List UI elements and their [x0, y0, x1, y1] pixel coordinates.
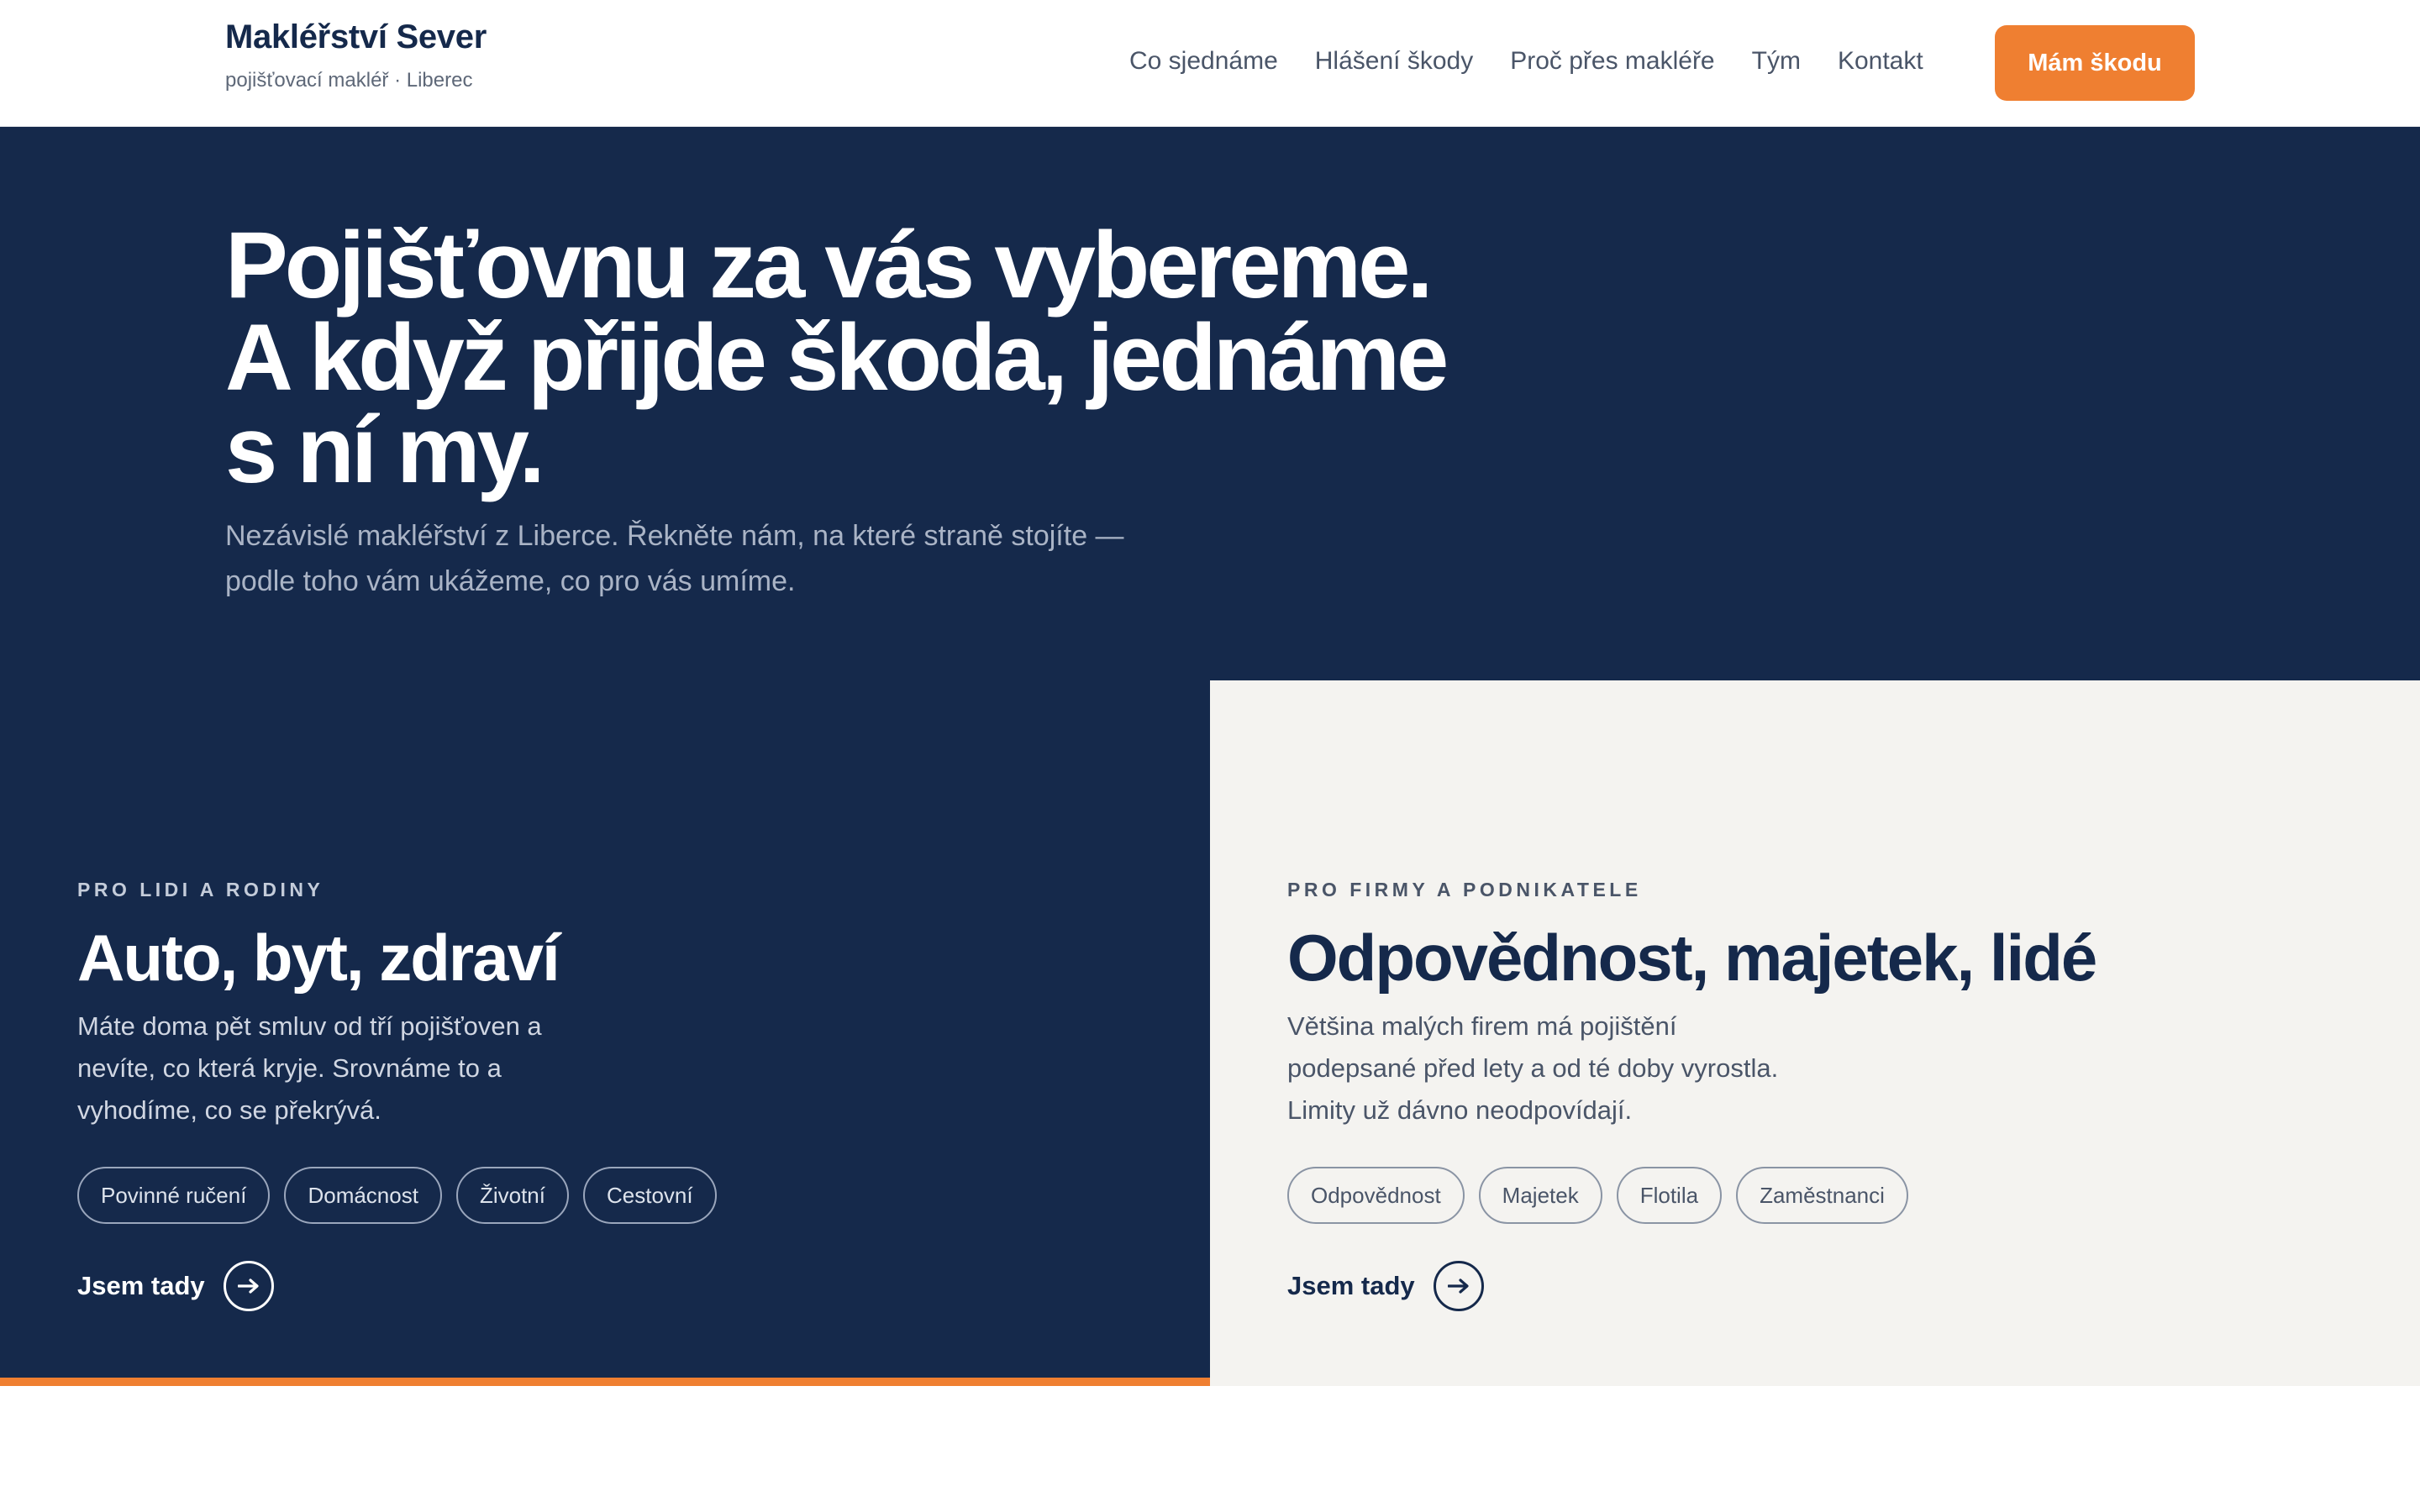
card-title: Odpovědnost, majetek, lidé [1287, 921, 2097, 995]
arrow-right-icon [223, 1261, 274, 1311]
tag-zivotni[interactable]: Životní [455, 1167, 569, 1224]
tag-majetek[interactable]: Majetek [1478, 1167, 1602, 1224]
card-businesses: PRO FIRMY A PODNIKATELE Odpovědnost, maj… [1287, 879, 2097, 1311]
card-eyebrow: PRO LIDI A RODINY [77, 879, 324, 900]
tag-list: Povinné ručení Domácnost Životní Cestovn… [77, 1167, 717, 1224]
hero-title-line: Pojišťovnu za vás vybereme. [225, 213, 1433, 318]
card-individuals: PRO LIDI A RODINY Auto, byt, zdraví Máte… [77, 879, 717, 1311]
brand-name[interactable]: Makléřství Sever [225, 18, 487, 56]
site-header: Makléřství Sever pojišťovací makléř · Li… [0, 0, 2420, 127]
arrow-right-icon [1433, 1261, 1484, 1311]
card-description: Máte doma pět smluv od tří pojišťoven a … [77, 1011, 542, 1125]
tag-povinne-ruceni[interactable]: Povinné ručení [77, 1167, 271, 1224]
link-label: Jsem tady [1287, 1271, 1415, 1300]
tag-domacnost[interactable]: Domácnost [284, 1167, 442, 1224]
individuals-link[interactable]: Jsem tady [77, 1261, 717, 1311]
page-bottom [0, 1386, 2420, 1512]
tag-odpovednost[interactable]: Odpovědnost [1287, 1167, 1465, 1224]
card-description: Většina malých firem má pojištění podeps… [1287, 1011, 1779, 1125]
nav-item-hlaseni-skody[interactable]: Hlášení škody [1315, 47, 1473, 76]
hero-subtitle: Nezávislé makléřství z Liberce. Řekněte … [225, 520, 1124, 597]
tag-cestovni[interactable]: Cestovní [582, 1167, 717, 1224]
hero-title-line: A když přijde škoda, jednáme [225, 305, 1449, 410]
link-label: Jsem tady [77, 1271, 205, 1300]
card-title: Auto, byt, zdraví [77, 921, 560, 995]
nav-item-tym[interactable]: Tým [1752, 47, 1801, 76]
main-nav: Co sjednáme Hlášení škody Proč přes makl… [1129, 47, 1923, 76]
hero-title-line: s ní my. [225, 397, 545, 502]
report-claim-button[interactable]: Mám škodu [1995, 25, 2195, 101]
card-eyebrow: PRO FIRMY A PODNIKATELE [1287, 879, 1642, 900]
tag-zamestnanci[interactable]: Zaměstnanci [1736, 1167, 1908, 1224]
businesses-link[interactable]: Jsem tady [1287, 1261, 2096, 1311]
accent-bar [0, 1378, 1210, 1386]
nav-item-co-sjedname[interactable]: Co sjednáme [1129, 47, 1278, 76]
nav-item-kontakt[interactable]: Kontakt [1838, 47, 1923, 76]
tag-list: Odpovědnost Majetek Flotila Zaměstnanci [1287, 1167, 2096, 1224]
nav-item-proc-pres-maklere[interactable]: Proč přes makléře [1510, 47, 1714, 76]
hero-title: Pojišťovnu za vás vybereme. A když přijd… [225, 213, 1449, 502]
brand-tagline: pojišťovací makléř · Liberec [225, 69, 473, 92]
tag-flotila[interactable]: Flotila [1616, 1167, 1723, 1224]
